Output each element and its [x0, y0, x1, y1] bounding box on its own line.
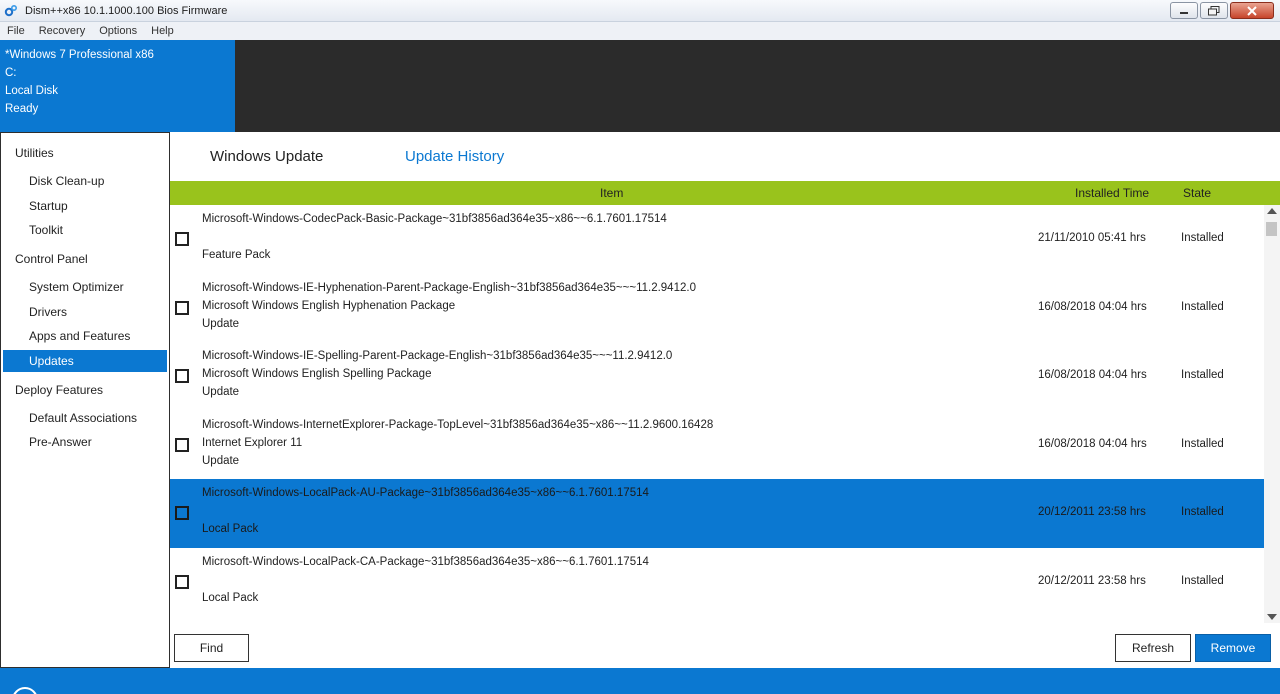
drive-letter: C:	[5, 67, 17, 79]
package-name: Microsoft-Windows-IE-Spelling-Parent-Pac…	[202, 350, 673, 363]
package-description: Microsoft Windows English Hyphenation Pa…	[202, 299, 456, 312]
row-checkbox[interactable]	[175, 437, 189, 452]
os-name: *Windows 7 Professional x86	[5, 49, 154, 61]
sidebar-item-system-optimizer[interactable]: System Optimizer	[3, 276, 167, 298]
maximize-button[interactable]	[1200, 2, 1228, 19]
session-list-area	[235, 40, 1280, 132]
status-bar	[0, 668, 1280, 694]
close-button[interactable]	[1230, 2, 1274, 19]
package-type: Update	[202, 454, 240, 467]
package-type: Local Pack	[202, 591, 259, 604]
menu-file[interactable]: File	[0, 25, 32, 37]
table-row[interactable]: Microsoft-Windows-InternetExplorer-Packa…	[170, 411, 1264, 480]
package-description: Microsoft Windows English Spelling Packa…	[202, 368, 432, 381]
sidebar-group-control-panel: Control Panel	[15, 252, 88, 266]
progress-ring-icon	[12, 687, 38, 694]
package-state: Installed	[1181, 506, 1224, 519]
column-header-installed-time[interactable]: Installed Time	[1075, 186, 1149, 200]
sidebar-item-drivers[interactable]: Drivers	[3, 301, 167, 323]
tab-bar: Windows Update Update History	[170, 132, 1280, 180]
package-name: Microsoft-Windows-CodecPack-Basic-Packag…	[202, 213, 667, 225]
package-state: Installed	[1181, 300, 1224, 313]
find-button[interactable]: Find	[174, 634, 249, 662]
minimize-button[interactable]	[1170, 2, 1198, 19]
scroll-up-arrow-icon[interactable]	[1267, 208, 1277, 214]
sidebar-item-updates[interactable]: Updates	[3, 349, 167, 372]
gears-icon	[3, 3, 19, 19]
main-panel: Windows Update Update History Item Insta…	[170, 132, 1280, 668]
package-state: Installed	[1181, 232, 1224, 244]
update-list: Microsoft-Windows-CodecPack-Basic-Packag…	[170, 205, 1264, 623]
package-type: Local Pack	[202, 523, 259, 536]
sidebar-item-default-associations[interactable]: Default Associations	[3, 407, 167, 429]
table-row[interactable]: Microsoft-Windows-LocalPack-CA-Package~3…	[170, 548, 1264, 617]
sidebar-item-pre-answer[interactable]: Pre-Answer	[3, 431, 167, 453]
sidebar-item-startup[interactable]: Startup	[3, 195, 167, 217]
column-header-item[interactable]: Item	[600, 186, 623, 200]
package-state: Installed	[1181, 574, 1224, 587]
package-name: Microsoft-Windows-IE-Hyphenation-Parent-…	[202, 281, 696, 294]
package-description: Internet Explorer 11	[202, 436, 303, 449]
window-title: Dism++x86 10.1.1000.100 Bios Firmware	[25, 4, 228, 17]
sidebar-item-apps-and-features[interactable]: Apps and Features	[3, 325, 167, 347]
remove-button[interactable]: Remove	[1195, 634, 1271, 662]
scrollbar-thumb[interactable]	[1266, 222, 1277, 236]
window-controls	[1168, 2, 1274, 19]
menu-options[interactable]: Options	[92, 25, 144, 37]
sidebar: Utilities Disk Clean-up Startup Toolkit …	[0, 132, 170, 668]
session-status: Ready	[5, 103, 39, 115]
sidebar-item-toolkit[interactable]: Toolkit	[3, 219, 167, 241]
row-checkbox[interactable]	[175, 232, 189, 246]
package-name: Microsoft-Windows-LocalPack-AU-Package~3…	[202, 487, 649, 500]
menu-bar: File Recovery Options Help	[0, 22, 1280, 40]
row-checkbox[interactable]	[175, 369, 189, 384]
package-type: Feature Pack	[202, 249, 271, 261]
row-checkbox[interactable]	[175, 506, 189, 521]
sidebar-group-utilities: Utilities	[15, 146, 54, 160]
table-row[interactable]: Microsoft-Windows-IE-Spelling-Parent-Pac…	[170, 342, 1264, 411]
menu-help[interactable]: Help	[144, 25, 181, 37]
disk-name: Local Disk	[5, 85, 59, 97]
package-state: Installed	[1181, 369, 1224, 382]
package-name: Microsoft-Windows-InternetExplorer-Packa…	[202, 418, 714, 431]
sidebar-group-deploy-features: Deploy Features	[15, 382, 104, 397]
vertical-scrollbar[interactable]	[1264, 205, 1280, 623]
row-checkbox[interactable]	[175, 300, 189, 315]
package-type: Update	[202, 317, 240, 330]
scroll-down-arrow-icon[interactable]	[1267, 614, 1277, 620]
row-checkbox[interactable]	[175, 574, 189, 589]
package-type: Update	[202, 386, 240, 399]
tab-windows-update[interactable]: Windows Update	[210, 148, 323, 165]
menu-recovery[interactable]: Recovery	[32, 25, 92, 37]
installed-time: 20/12/2011 23:58 hrs	[1038, 574, 1146, 587]
session-info-panel[interactable]: *Windows 7 Professional x86 C: Local Dis…	[0, 40, 235, 132]
table-row-selected[interactable]: Microsoft-Windows-LocalPack-AU-Package~3…	[170, 479, 1264, 548]
package-name: Microsoft-Windows-LocalPack-CA-Package~3…	[202, 555, 649, 568]
title-bar: Dism++x86 10.1.1000.100 Bios Firmware	[0, 0, 1280, 22]
table-header: Item Installed Time State	[170, 181, 1280, 205]
installed-time: 16/08/2018 04:04 hrs	[1038, 369, 1147, 382]
installed-time: 16/08/2018 04:04 hrs	[1038, 437, 1147, 450]
package-state: Installed	[1181, 437, 1224, 450]
table-row[interactable]: Microsoft-Windows-CodecPack-Basic-Packag…	[170, 205, 1264, 274]
installed-time: 20/12/2011 23:58 hrs	[1038, 506, 1146, 519]
refresh-button[interactable]: Refresh	[1115, 634, 1191, 662]
sidebar-item-disk-clean-up[interactable]: Disk Clean-up	[3, 170, 167, 192]
table-row[interactable]: Microsoft-Windows-IE-Hyphenation-Parent-…	[170, 274, 1264, 343]
tab-update-history[interactable]: Update History	[405, 148, 504, 165]
column-header-state[interactable]: State	[1183, 186, 1211, 200]
installed-time: 21/11/2010 05:41 hrs	[1038, 232, 1146, 244]
installed-time: 16/08/2018 04:04 hrs	[1038, 300, 1147, 313]
